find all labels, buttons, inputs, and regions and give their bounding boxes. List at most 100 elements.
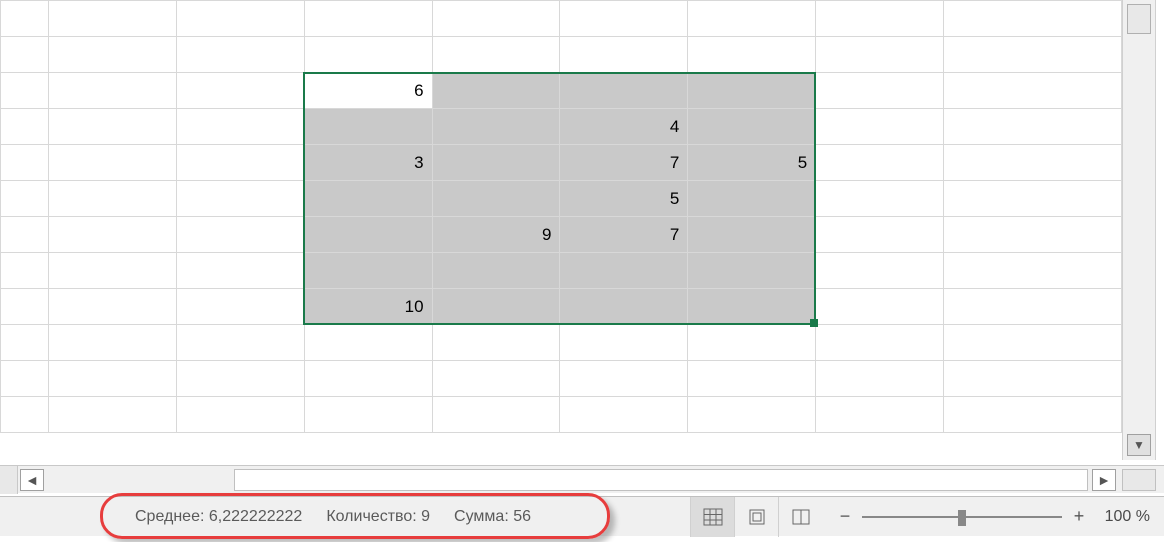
cell[interactable] <box>304 181 432 217</box>
cell[interactable]: 4 <box>560 109 688 145</box>
cell[interactable] <box>944 361 1122 397</box>
cell[interactable] <box>304 217 432 253</box>
cell[interactable] <box>176 325 304 361</box>
cell[interactable] <box>432 109 560 145</box>
cell[interactable] <box>304 253 432 289</box>
cell[interactable] <box>688 37 816 73</box>
cell[interactable] <box>944 145 1122 181</box>
cell[interactable] <box>432 289 560 325</box>
cell[interactable] <box>944 1 1122 37</box>
cell[interactable] <box>1 217 49 253</box>
cell[interactable] <box>48 217 176 253</box>
cell[interactable] <box>816 145 944 181</box>
cell[interactable] <box>944 289 1122 325</box>
split-handle[interactable] <box>1127 4 1151 34</box>
cell[interactable] <box>176 361 304 397</box>
cell[interactable] <box>816 37 944 73</box>
cell[interactable] <box>48 109 176 145</box>
cell[interactable] <box>1 253 49 289</box>
cell[interactable] <box>432 145 560 181</box>
view-page-layout-button[interactable] <box>734 497 778 537</box>
cell[interactable] <box>48 1 176 37</box>
cell[interactable] <box>816 73 944 109</box>
cell[interactable] <box>944 325 1122 361</box>
cell[interactable] <box>432 37 560 73</box>
cell[interactable] <box>688 1 816 37</box>
cell[interactable] <box>176 37 304 73</box>
cell[interactable] <box>176 145 304 181</box>
cell[interactable] <box>1 361 49 397</box>
cell[interactable] <box>48 361 176 397</box>
cell[interactable] <box>432 1 560 37</box>
scroll-split-end[interactable] <box>1122 469 1156 491</box>
cell[interactable] <box>1 145 49 181</box>
cell[interactable] <box>944 253 1122 289</box>
cell[interactable] <box>816 109 944 145</box>
cell[interactable] <box>560 397 688 433</box>
cell[interactable] <box>48 397 176 433</box>
cell[interactable] <box>560 289 688 325</box>
cell[interactable] <box>816 361 944 397</box>
cell[interactable] <box>432 361 560 397</box>
scroll-left-button[interactable]: ◄ <box>20 469 44 491</box>
cell[interactable] <box>560 73 688 109</box>
cell[interactable] <box>688 397 816 433</box>
cell[interactable] <box>1 289 49 325</box>
zoom-slider-thumb[interactable] <box>958 510 966 526</box>
zoom-percent[interactable]: 100 % <box>1096 508 1150 526</box>
cell[interactable] <box>1 109 49 145</box>
cell[interactable]: 5 <box>560 181 688 217</box>
cell[interactable] <box>816 181 944 217</box>
cell[interactable] <box>560 253 688 289</box>
cell[interactable] <box>1 325 49 361</box>
spreadsheet-grid[interactable]: 6437559710 <box>0 0 1122 460</box>
cell[interactable] <box>944 37 1122 73</box>
cell[interactable]: 10 <box>304 289 432 325</box>
cell[interactable] <box>944 109 1122 145</box>
scroll-down-button[interactable]: ▼ <box>1127 434 1151 456</box>
scroll-right-button[interactable]: ► <box>1092 469 1116 491</box>
cell[interactable] <box>304 1 432 37</box>
cell[interactable] <box>48 145 176 181</box>
cell[interactable] <box>688 361 816 397</box>
cell[interactable] <box>816 1 944 37</box>
cell[interactable] <box>304 37 432 73</box>
cell[interactable]: 7 <box>560 217 688 253</box>
vertical-scrollbar[interactable]: ▼ <box>1122 0 1156 460</box>
cell[interactable] <box>560 1 688 37</box>
cell[interactable] <box>432 253 560 289</box>
cell[interactable] <box>176 181 304 217</box>
cell[interactable] <box>1 1 49 37</box>
cell[interactable] <box>304 325 432 361</box>
cell[interactable] <box>560 361 688 397</box>
cell[interactable] <box>560 37 688 73</box>
cell[interactable] <box>48 37 176 73</box>
cell[interactable] <box>688 217 816 253</box>
cell[interactable] <box>1 181 49 217</box>
cell[interactable] <box>432 325 560 361</box>
cell[interactable] <box>816 217 944 253</box>
cell[interactable] <box>176 289 304 325</box>
cell[interactable] <box>688 289 816 325</box>
cell[interactable]: 3 <box>304 145 432 181</box>
cell[interactable]: 6 <box>304 73 432 109</box>
cell[interactable] <box>176 109 304 145</box>
cell[interactable] <box>1 397 49 433</box>
cell[interactable] <box>48 325 176 361</box>
view-page-break-button[interactable] <box>778 497 822 537</box>
horizontal-scrollbar-track[interactable] <box>234 469 1088 491</box>
cell[interactable] <box>944 181 1122 217</box>
cell[interactable] <box>944 73 1122 109</box>
cell[interactable] <box>688 109 816 145</box>
cell[interactable] <box>560 325 688 361</box>
cell[interactable] <box>176 1 304 37</box>
cell[interactable] <box>816 253 944 289</box>
zoom-out-button[interactable]: − <box>836 506 854 527</box>
cell[interactable] <box>304 109 432 145</box>
zoom-in-button[interactable]: + <box>1070 506 1088 527</box>
cell[interactable] <box>176 253 304 289</box>
cell[interactable] <box>816 325 944 361</box>
cell[interactable] <box>432 181 560 217</box>
cell[interactable] <box>688 73 816 109</box>
cell[interactable] <box>48 181 176 217</box>
